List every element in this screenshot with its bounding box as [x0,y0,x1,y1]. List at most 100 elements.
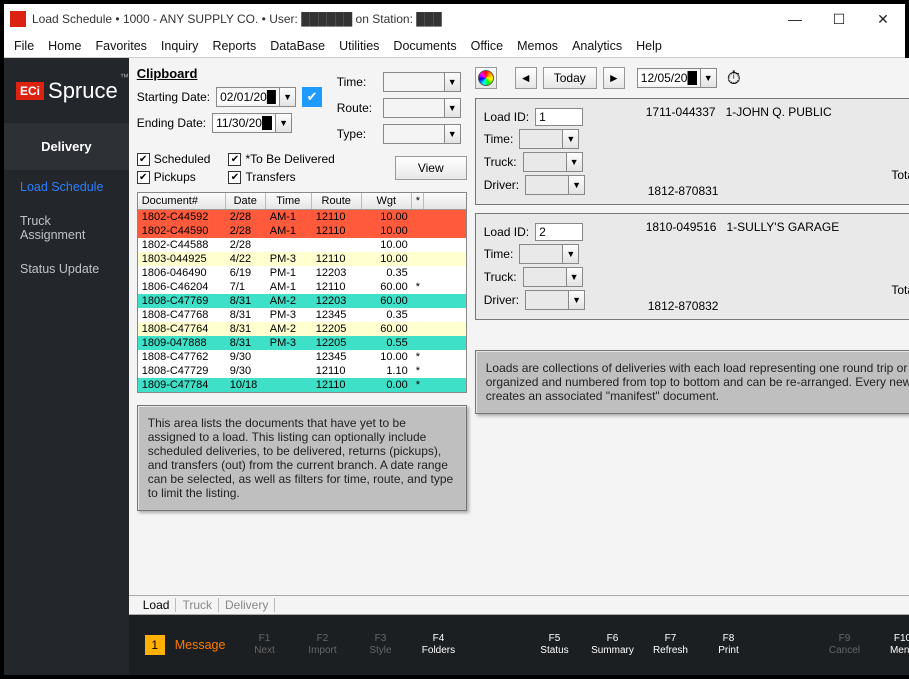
time-combo[interactable]: ▼ [519,244,579,264]
chevron-down-icon[interactable]: ▼ [562,245,578,263]
message-link[interactable]: Message [175,638,226,652]
col-date[interactable]: Date [226,193,266,209]
cell-time: PM-3 [266,308,312,322]
col-wgt[interactable]: Wgt [362,193,412,209]
fkey-F10[interactable]: F10Menu [873,633,909,657]
menu-database[interactable]: DataBase [270,39,325,53]
table-row[interactable]: 1808-C477299/30121101.10* [138,364,466,378]
chevron-down-icon[interactable]: ▼ [568,176,584,194]
chevron-down-icon[interactable]: ▼ [444,73,460,91]
fkey-F1[interactable]: F1Next [235,633,293,657]
driver-combo[interactable]: ▼ [525,175,585,195]
color-wheel-button[interactable] [475,67,497,89]
pickups-checkbox[interactable]: ✔Pickups [137,170,211,184]
start-date-field[interactable]: ▼ [216,87,296,107]
start-date-dropdown-icon[interactable]: ▼ [279,88,295,106]
fkey-F5[interactable]: F5Status [525,633,583,657]
table-row[interactable]: 1809-0478888/31PM-3122050.55 [138,336,466,350]
chevron-down-icon[interactable]: ▼ [444,99,460,117]
cell-time: AM-1 [266,210,312,224]
fkey-F8[interactable]: F8Print [699,633,757,657]
tab-delivery[interactable]: Delivery [219,598,275,612]
truck-combo[interactable]: ▼ [523,267,583,287]
sidebar-item-load-schedule[interactable]: Load Schedule [4,170,129,204]
maximize-button[interactable]: ☐ [817,4,861,34]
prev-day-button[interactable]: ◄ [515,67,537,89]
menu-utilities[interactable]: Utilities [339,39,379,53]
close-button[interactable]: ✕ [861,4,905,34]
chevron-down-icon[interactable]: ▼ [566,153,582,171]
col-time[interactable]: Time [266,193,312,209]
menu-favorites[interactable]: Favorites [96,39,147,53]
load-card[interactable]: Load ID:Time:▼Truck:▼Driver:▼1711-044337… [475,98,909,205]
type-filter-combo[interactable]: ▼ [383,124,461,144]
menu-home[interactable]: Home [48,39,81,53]
end-date-input[interactable] [213,116,275,130]
route-filter-combo[interactable]: ▼ [383,98,461,118]
fkey-F4[interactable]: F4Folders [409,633,467,657]
table-row[interactable]: 1809-C4778410/18121100.00* [138,378,466,392]
table-row[interactable]: 1802-C445922/28AM-11211010.00 [138,210,466,224]
driver-combo[interactable]: ▼ [525,290,585,310]
truck-combo[interactable]: ▼ [523,152,583,172]
menu-memos[interactable]: Memos [517,39,558,53]
sidebar-item-truck-assignment[interactable]: Truck Assignment [4,204,129,252]
view-button[interactable]: View [395,156,467,180]
chevron-down-icon[interactable]: ▼ [566,268,582,286]
stopwatch-icon[interactable]: ⏱ [723,67,745,89]
table-row[interactable]: 1808-C477688/31PM-3123450.35 [138,308,466,322]
chevron-down-icon[interactable]: ▼ [568,291,584,309]
end-date-field[interactable]: ▼ [212,113,292,133]
table-row[interactable]: 1802-C445882/2810.00 [138,238,466,252]
menu-documents[interactable]: Documents [393,39,456,53]
end-date-dropdown-icon[interactable]: ▼ [275,114,291,132]
color-wheel-icon [478,70,494,86]
col-route[interactable]: Route [312,193,362,209]
fkey-F2[interactable]: F2Import [293,633,351,657]
time-filter-combo[interactable]: ▼ [383,72,461,92]
loads-date-field[interactable]: ▼ [637,68,717,88]
tab-load[interactable]: Load [137,598,177,612]
menu-analytics[interactable]: Analytics [572,39,622,53]
start-date-input[interactable] [217,90,279,104]
sidebar-item-status-update[interactable]: Status Update [4,252,129,286]
today-button[interactable]: Today [543,67,597,89]
cell-date: 6/19 [226,266,266,280]
loadid-input[interactable] [535,108,583,126]
start-date-apply-button[interactable]: ✔ [302,87,322,107]
load-card[interactable]: Load ID:Time:▼Truck:▼Driver:▼1810-049516… [475,213,909,320]
menu-office[interactable]: Office [471,39,503,53]
table-row[interactable]: 1806-0464906/19PM-1122030.35 [138,266,466,280]
tab-truck[interactable]: Truck [176,598,219,612]
table-row[interactable]: 1808-C477629/301234510.00* [138,350,466,364]
chevron-down-icon[interactable]: ▼ [444,125,460,143]
table-row[interactable]: 1808-C477648/31AM-21220560.00 [138,322,466,336]
tobedelivered-checkbox[interactable]: ✔*To Be Delivered [228,152,334,166]
loadid-input[interactable] [535,223,583,241]
fkey-F3[interactable]: F3Style [351,633,409,657]
loads-date-input[interactable] [638,71,700,85]
menu-reports[interactable]: Reports [212,39,256,53]
menu-file[interactable]: File [14,39,34,53]
transfers-checkbox[interactable]: ✔Transfers [228,170,334,184]
clipboard-grid[interactable]: Document# Date Time Route Wgt * 1802-C44… [137,192,467,393]
time-combo[interactable]: ▼ [519,129,579,149]
fkey-F7[interactable]: F7Refresh [641,633,699,657]
clipboard-pane: Clipboard Starting Date: ▼ ✔ Ending [137,66,467,587]
table-row[interactable]: 1802-C445902/28AM-11211010.00 [138,224,466,238]
table-row[interactable]: 1808-C477698/31AM-21220360.00 [138,294,466,308]
menu-inquiry[interactable]: Inquiry [161,39,199,53]
chevron-down-icon[interactable]: ▼ [562,130,578,148]
minimize-button[interactable]: — [773,4,817,34]
fkey-F6[interactable]: F6Summary [583,633,641,657]
menu-help[interactable]: Help [636,39,662,53]
table-row[interactable]: 1803-0449254/22PM-31211010.00 [138,252,466,266]
fkey-F9[interactable]: F9Cancel [815,633,873,657]
col-document[interactable]: Document# [138,193,226,209]
next-day-button[interactable]: ► [603,67,625,89]
table-row[interactable]: 1806-C462047/1AM-11211060.00* [138,280,466,294]
chevron-down-icon[interactable]: ▼ [700,69,716,87]
col-star[interactable]: * [412,193,424,209]
message-badge[interactable]: 1 [145,635,165,655]
scheduled-checkbox[interactable]: ✔Scheduled [137,152,211,166]
